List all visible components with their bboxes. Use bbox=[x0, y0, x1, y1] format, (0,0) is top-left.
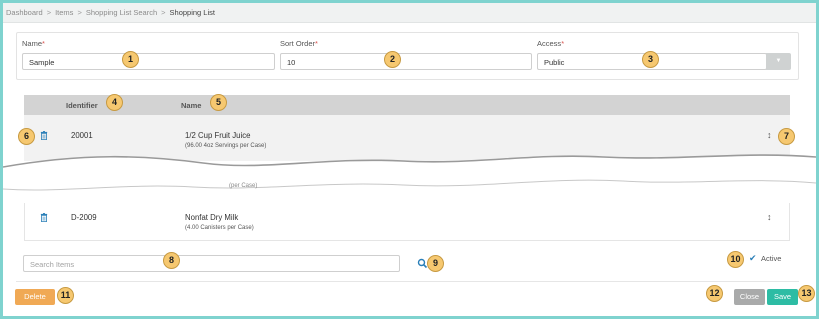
torn-edge-divider bbox=[3, 154, 816, 191]
breadcrumb-separator: > bbox=[46, 8, 52, 17]
search-items-input[interactable]: Search Items bbox=[23, 255, 400, 272]
callout-badge: 13 bbox=[798, 285, 815, 302]
breadcrumb-shopping-list-search[interactable]: Shopping List Search bbox=[86, 8, 157, 17]
breadcrumb-dashboard[interactable]: Dashboard bbox=[6, 8, 43, 17]
page-frame: Dashboard > Items > Shopping List Search > Sho… bbox=[3, 3, 816, 316]
trash-icon[interactable] bbox=[40, 213, 48, 222]
callout-badge: 1 bbox=[122, 51, 139, 68]
trash-icon[interactable] bbox=[40, 131, 48, 140]
row-identifier: D-2009 bbox=[71, 213, 97, 222]
callout-badge: 4 bbox=[106, 94, 123, 111]
callout-badge: 10 bbox=[727, 251, 744, 268]
save-button[interactable]: Save bbox=[767, 289, 798, 305]
table-row bbox=[24, 203, 790, 241]
breadcrumb-items[interactable]: Items bbox=[55, 8, 73, 17]
caret-down-icon: ▼ bbox=[775, 58, 782, 64]
row-identifier: 20001 bbox=[71, 131, 93, 140]
row-detail: (4.00 Canisters per Case) bbox=[185, 225, 254, 231]
column-header-identifier[interactable]: Identifier bbox=[66, 101, 98, 110]
partial-row-detail: (per Case) bbox=[229, 183, 258, 189]
footer-divider bbox=[16, 281, 799, 282]
drag-handle-icon[interactable]: ↕ bbox=[767, 131, 772, 140]
callout-badge: 2 bbox=[384, 51, 401, 68]
callout-badge: 11 bbox=[57, 287, 74, 304]
callout-badge: 8 bbox=[163, 252, 180, 269]
callout-badge: 6 bbox=[18, 128, 35, 145]
sort-order-input[interactable]: 10 bbox=[280, 53, 532, 70]
active-label[interactable]: Active bbox=[761, 254, 781, 263]
callout-badge: 7 bbox=[778, 128, 795, 145]
name-label: Name* bbox=[22, 39, 45, 48]
close-button[interactable]: Close bbox=[734, 289, 765, 305]
breadcrumb: Dashboard > Items > Shopping List Search > Sho… bbox=[6, 8, 215, 17]
table-header bbox=[24, 95, 790, 115]
drag-handle-icon[interactable]: ↕ bbox=[767, 213, 772, 222]
breadcrumb-separator: > bbox=[77, 8, 82, 17]
column-header-name[interactable]: Name bbox=[181, 101, 201, 110]
callout-badge: 9 bbox=[427, 255, 444, 272]
breadcrumb-current: Shopping List bbox=[169, 8, 215, 17]
callout-badge: 5 bbox=[210, 94, 227, 111]
callout-badge: 3 bbox=[642, 51, 659, 68]
breadcrumb-separator: > bbox=[161, 8, 166, 17]
access-dropdown-button[interactable]: ▼ bbox=[766, 53, 791, 70]
name-input[interactable]: Sample bbox=[22, 53, 275, 70]
row-name: Nonfat Dry Milk bbox=[185, 213, 239, 222]
callout-badge: 12 bbox=[706, 285, 723, 302]
access-label: Access* bbox=[537, 39, 565, 48]
row-name: 1/2 Cup Fruit Juice bbox=[185, 131, 251, 140]
delete-button[interactable]: Delete bbox=[15, 289, 55, 305]
sort-order-label: Sort Order* bbox=[280, 39, 318, 48]
row-detail: (96.00 4oz Servings per Case) bbox=[185, 143, 267, 149]
breadcrumb-bar: Dashboard > Items > Shopping List Search > Sho… bbox=[3, 3, 816, 23]
active-checkmark-icon[interactable]: ✔ bbox=[749, 253, 757, 264]
